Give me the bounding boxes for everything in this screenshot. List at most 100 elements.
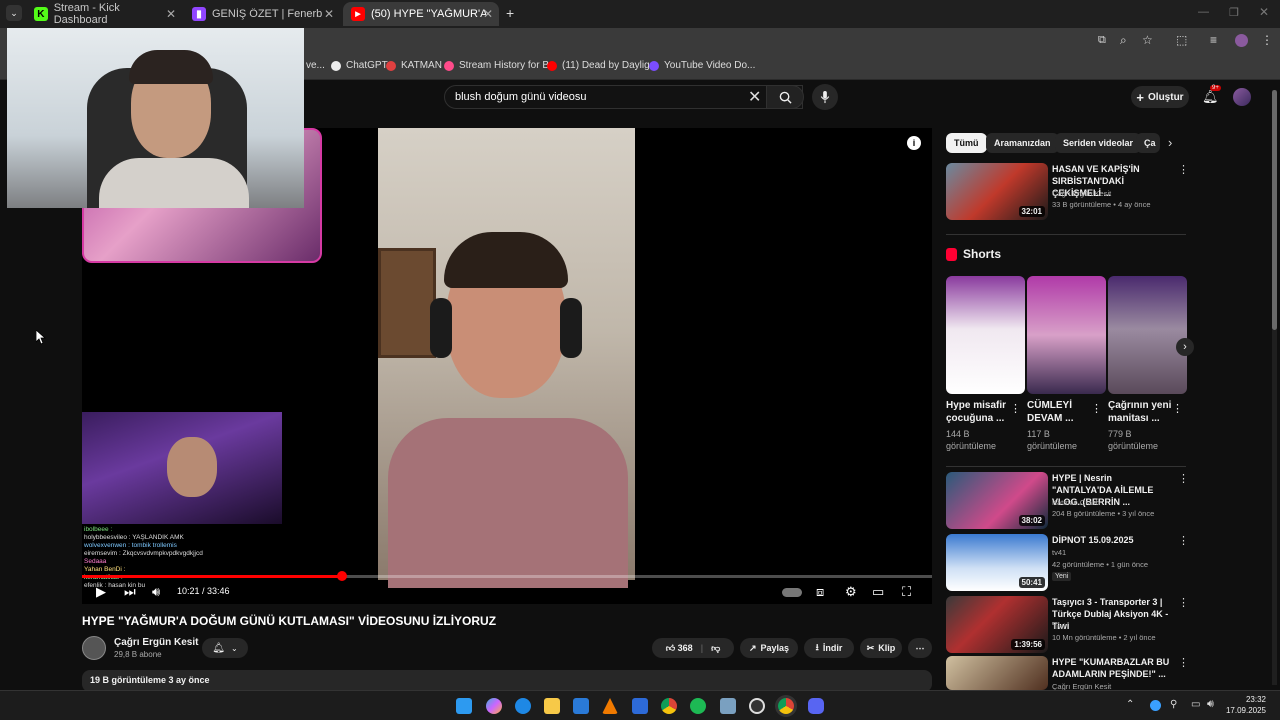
more-icon[interactable]: ⋮ [1010,402,1021,415]
tab-youtube[interactable]: ▶ (50) HYPE "YAĞMUR'A DOĞUM ✕ [343,2,499,26]
system-clock[interactable]: 23:32 17.09.2025 [1226,694,1266,716]
vlc-icon[interactable] [602,698,618,714]
more-icon[interactable]: ⋮ [1091,402,1102,415]
store-icon[interactable] [573,698,589,714]
chip-series[interactable]: Seriden videolar [1055,133,1142,153]
autoplay-toggle[interactable] [782,588,802,597]
page-scrollbar[interactable] [1272,90,1277,685]
description-box[interactable]: 19 B görüntüleme 3 ay önce [82,670,932,692]
tray-app-icon[interactable] [1150,700,1161,711]
video-title[interactable]: Taşıyıcı 3 - Transporter 3 | Türkçe Dubl… [1052,596,1172,632]
spotify-icon[interactable] [690,698,706,714]
close-tab-icon[interactable]: ✕ [166,7,176,21]
subtitles-icon[interactable]: ⧈ [816,584,824,600]
like-button[interactable]: 👍︎ 368 [666,643,693,654]
close-window-icon[interactable]: ✕ [1259,5,1269,19]
chip-more[interactable]: Ça [1136,133,1160,153]
chevron-right-icon[interactable]: › [1168,135,1172,150]
voice-search-button[interactable] [812,84,838,110]
search-button[interactable] [766,85,804,109]
video-title[interactable]: DİPNOT 15.09.2025 [1052,534,1172,546]
more-icon[interactable]: ⋮ [1178,163,1189,176]
short-thumbnail[interactable] [1027,276,1106,394]
video-thumbnail[interactable]: 50:41 [946,534,1048,591]
tray-chevron-icon[interactable]: ⌃ [1126,699,1134,710]
more-icon[interactable]: ⋮ [1178,534,1189,547]
short-thumbnail[interactable] [1108,276,1187,394]
extensions-icon[interactable]: ⬚ [1176,33,1187,47]
short-title[interactable]: Çağrının yeni manitası ... [1108,399,1178,425]
menu-icon[interactable]: ⋮ [1261,33,1273,47]
chrome-icon[interactable] [778,698,794,714]
short-title[interactable]: Hype misafir çocuğuna ... [946,399,1016,425]
settings-icon[interactable]: ⚙ [845,584,857,600]
video-thumbnail[interactable]: 38:02 [946,472,1048,529]
tray-display-icon[interactable]: ▭ [1191,699,1200,710]
more-icon[interactable]: ⋮ [1178,596,1189,609]
close-tab-icon[interactable]: ✕ [324,7,334,21]
more-icon[interactable]: ⋮ [1178,656,1189,669]
theater-mode-icon[interactable]: ▭ [872,584,884,600]
zoom-icon[interactable]: ⌕ [1120,33,1127,48]
app-icon[interactable] [632,698,648,714]
new-tab-button[interactable]: + [506,5,514,21]
shorts-next-button[interactable]: › [1176,338,1194,356]
bookmark-katman[interactable]: KATMAN [386,60,442,71]
short-thumbnail[interactable] [946,276,1025,394]
volume-icon[interactable]: 🔊︎ [152,584,160,600]
create-button[interactable]: + Oluştur [1131,86,1189,108]
kick-icon: K [34,7,48,21]
minimize-icon[interactable]: — [1198,6,1209,18]
share-button[interactable]: ↗ Paylaş [740,638,798,658]
download-button[interactable]: ⭳ İndir [804,638,854,658]
chip-all[interactable]: Tümü [946,133,987,153]
subscription-bell-button[interactable]: 🔔︎ ⌄ [202,638,248,658]
play-icon[interactable]: ▶ [96,584,106,600]
bookmark-dbd[interactable]: (11) Dead by Daylig... [547,60,658,71]
bookmark-star-icon[interactable]: ☆ [1142,33,1153,47]
clip-button[interactable]: ✂ Klip [860,638,902,658]
profile-avatar[interactable] [1235,34,1248,47]
video-thumbnail[interactable]: 1:39:56 [946,596,1048,653]
tray-location-icon[interactable]: ⚲ [1170,699,1177,710]
chip-from-search[interactable]: Aramanızdan [986,133,1059,153]
copilot-icon[interactable] [486,698,502,714]
next-icon[interactable]: ⏭ [124,584,136,600]
more-icon[interactable]: ⋮ [1178,472,1189,485]
file-explorer-icon[interactable] [544,698,560,714]
cast-icon[interactable]: ⧉ [1098,34,1106,47]
volume-tray-icon[interactable]: 🔊︎ [1207,698,1214,711]
close-tab-icon[interactable]: ✕ [483,7,493,21]
video-thumbnail[interactable]: 32:01 [946,163,1048,220]
bookmark-chatgpt[interactable]: ChatGPT [331,60,388,71]
obs-icon[interactable] [749,698,765,714]
info-icon[interactable]: i [907,136,921,150]
notifications-button[interactable]: 🔔︎ 9+ [1202,85,1221,105]
discord-icon[interactable] [808,698,824,714]
app-icon[interactable] [720,698,736,714]
clear-search-icon[interactable]: ✕ [748,87,761,107]
bookmark-item[interactable]: ve... [306,60,325,71]
more-icon[interactable]: ⋮ [1172,402,1183,415]
channel-avatar[interactable] [82,636,106,660]
bookmark-stream-history[interactable]: Stream History for B... [444,60,557,71]
tab-twitch[interactable]: ▮ GENİŞ ÖZET | Fenerbahçe 2-2 G ✕ [184,2,340,26]
account-avatar[interactable] [1233,88,1251,106]
channel-name[interactable]: Çağrı Ergün Kesit [114,637,198,648]
more-actions-button[interactable]: ⋯ [908,638,932,658]
twitch-icon: ▮ [192,7,206,21]
tab-list-icon[interactable]: ⌄ [6,5,22,21]
video-title[interactable]: HYPE "KUMARBAZLAR BU ADAMLARIN PEŞİNDE!"… [1052,656,1172,680]
fullscreen-icon[interactable]: ⛶ [902,584,911,600]
chrome-icon[interactable] [661,698,677,714]
windows-start-icon[interactable] [456,698,472,714]
edge-icon[interactable] [515,698,531,714]
scrollbar-thumb[interactable] [1272,90,1277,330]
restore-icon[interactable]: ❐ [1229,6,1239,19]
short-title[interactable]: CÜMLEYİ DEVAM ... [1027,399,1097,425]
tab-kick[interactable]: K Stream - Kick Dashboard ✕ [26,2,182,26]
bookmark-yt-downloader[interactable]: YouTube Video Do... [649,60,755,71]
dislike-button[interactable]: 👎︎ [711,643,720,654]
media-icon[interactable]: ≡ [1210,33,1217,47]
video-thumbnail[interactable] [946,656,1048,690]
